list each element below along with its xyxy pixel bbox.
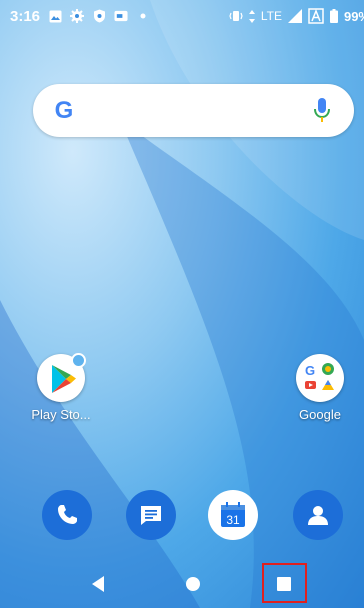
google-logo-letter: G (55, 97, 74, 123)
google-logo-icon: G (55, 97, 74, 123)
back-button[interactable] (88, 574, 108, 594)
home-screen: 3:16 LTE 99 G Play Sto... G Google 31 (0, 0, 364, 608)
sim-icon (308, 8, 324, 24)
app-label: Google (299, 407, 341, 422)
calendar-icon: 31 (221, 502, 245, 527)
shield-notification-icon (92, 9, 106, 23)
play-store-icon (37, 353, 86, 402)
app-label: Play Sto... (31, 407, 91, 422)
notification-dot (71, 353, 86, 368)
home-icon (186, 577, 200, 591)
messages-app-button[interactable] (126, 490, 176, 540)
message-icon (141, 506, 161, 525)
phone-icon (58, 505, 77, 524)
mic-icon[interactable] (312, 97, 332, 124)
back-icon (92, 576, 104, 592)
card-notification-icon (114, 9, 128, 23)
network-type: LTE (260, 9, 282, 23)
settings-notification-icon (70, 9, 85, 23)
battery-level: 99% (343, 8, 364, 24)
app-play-store[interactable]: Play Sto... (26, 353, 96, 422)
folder-google[interactable]: G Google (287, 354, 353, 422)
more-notifications-dot-icon (136, 9, 150, 23)
phone-app-button[interactable] (42, 490, 92, 540)
status-time: 3:16 (10, 7, 41, 25)
calendar-app-button[interactable]: 31 (208, 490, 258, 540)
vibrate-icon (229, 9, 243, 23)
home-button[interactable] (183, 574, 203, 594)
svg-text:G: G (305, 363, 315, 378)
signal-icon (287, 9, 302, 23)
contacts-app-button[interactable] (293, 490, 343, 540)
contact-icon (308, 506, 328, 525)
battery-icon (329, 9, 338, 23)
calendar-date: 31 (226, 513, 240, 527)
data-arrows-icon (248, 9, 255, 23)
image-notification-icon (48, 9, 62, 23)
status-bar: 3:16 LTE 99 (0, 0, 364, 32)
navigation-bar (0, 560, 364, 608)
google-folder-icon: G (296, 354, 344, 402)
google-search-bar[interactable]: G (33, 84, 354, 137)
highlight-box (262, 563, 307, 603)
